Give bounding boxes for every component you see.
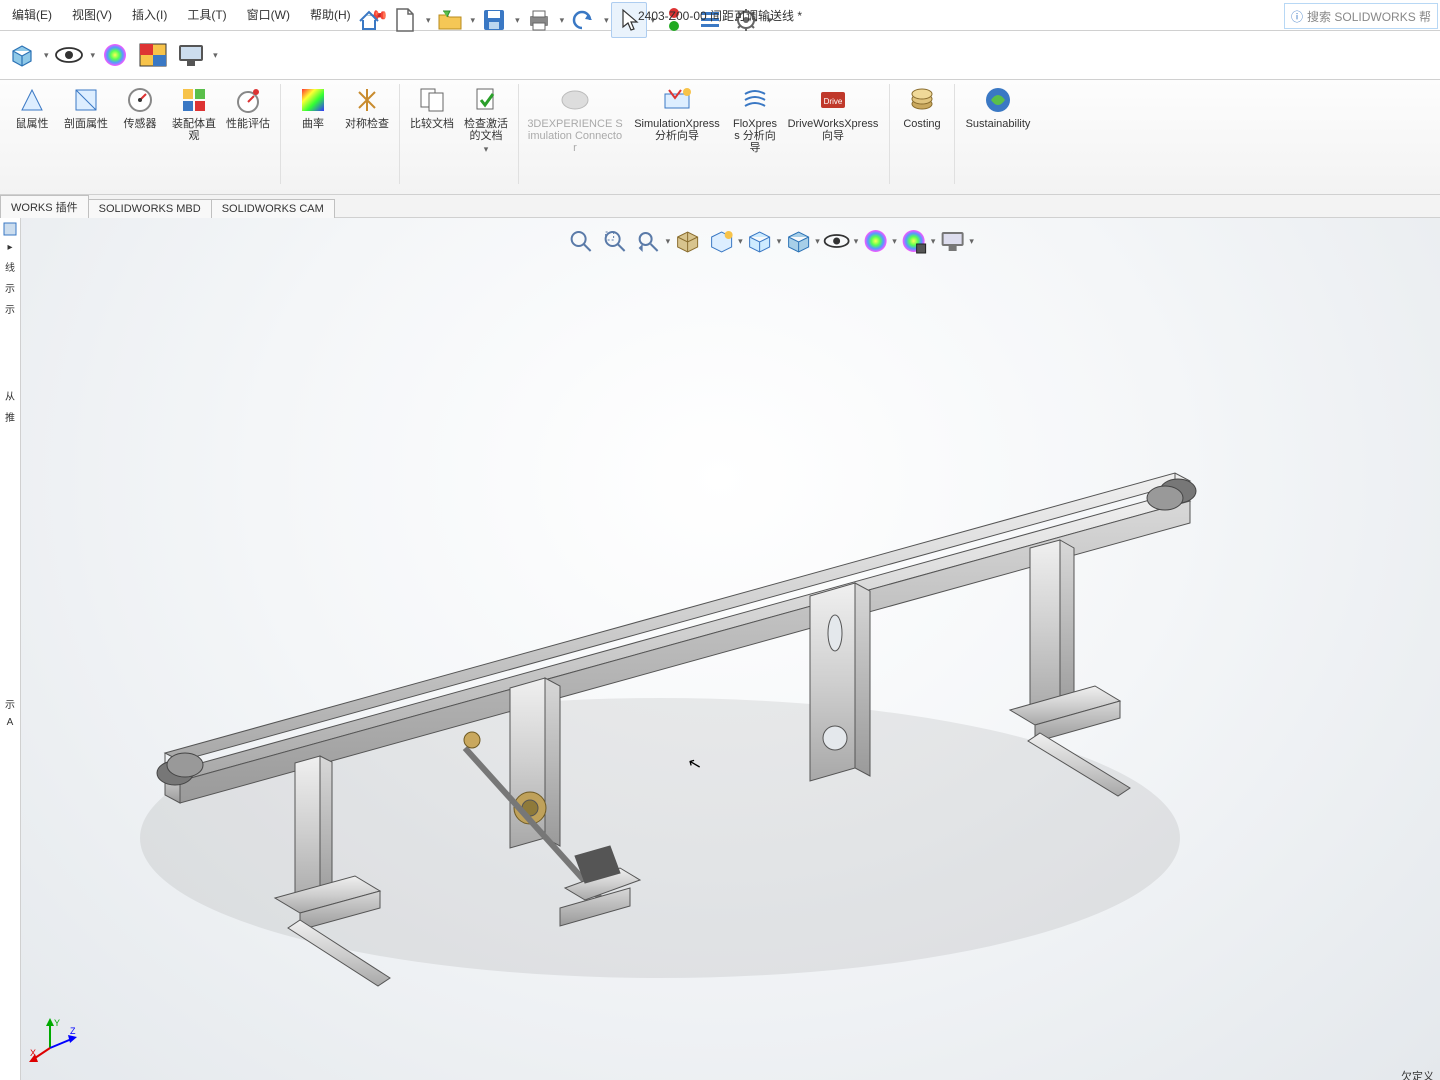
display-button[interactable]	[173, 37, 209, 73]
rb-performance[interactable]: 性能评估	[224, 84, 272, 130]
svg-text:X: X	[30, 1048, 36, 1058]
visibility-button[interactable]	[51, 37, 87, 73]
rb-section-props[interactable]: 剖面属性	[62, 84, 110, 130]
home-button[interactable]	[352, 3, 386, 37]
search-placeholder: 搜索 SOLIDWORKS 帮	[1307, 8, 1431, 25]
new-button[interactable]	[388, 3, 422, 37]
rb-simxpress[interactable]: SimulationXpress 分析向导	[629, 84, 725, 142]
rb-driveworks[interactable]: DriveDriveWorksXpress 向导	[785, 84, 881, 142]
rb-assembly-vis[interactable]: 装配体直观	[170, 84, 218, 142]
fm-item[interactable]: 从	[5, 388, 15, 403]
tab-cam[interactable]: SOLIDWORKS CAM	[211, 199, 335, 218]
status-text: 欠定义	[1401, 1068, 1434, 1080]
rb-check-active[interactable]: 检查激活的文档▾	[462, 84, 510, 155]
menubar: 编辑(E) 视图(V) 插入(I) 工具(T) 窗口(W) 帮助(H) 📌 ▾ …	[0, 0, 1440, 31]
chevron-down-icon[interactable]: ▾	[471, 15, 476, 26]
fm-item[interactable]: 线	[5, 259, 15, 274]
rb-3dexp: 3DEXPERIENCE Simulation Connector	[527, 84, 623, 154]
rb-compare[interactable]: 比较文档	[408, 84, 456, 130]
menu-tools[interactable]: 工具(T)	[177, 1, 236, 29]
menu-view[interactable]: 视图(V)	[62, 1, 122, 29]
print-button[interactable]	[522, 3, 556, 37]
chevron-down-icon[interactable]: ▾	[91, 50, 96, 61]
menu-window[interactable]: 窗口(W)	[237, 1, 300, 29]
svg-text:Y: Y	[54, 1018, 60, 1028]
rb-floxpress[interactable]: FloXpress 分析向导	[731, 84, 779, 154]
ribbon: 鼠属性 剖面属性 传感器 装配体直观 性能评估 曲率 对称检查 比较文档 检查激…	[0, 80, 1440, 195]
chevron-down-icon[interactable]: ▾	[515, 15, 520, 26]
open-button[interactable]	[433, 3, 467, 37]
tab-mbd[interactable]: SOLIDWORKS MBD	[88, 199, 212, 218]
chevron-down-icon[interactable]: ▾	[44, 50, 49, 61]
fm-item[interactable]: A	[7, 717, 14, 728]
rb-costing[interactable]: Costing	[898, 84, 946, 130]
menu-edit[interactable]: 编辑(E)	[2, 1, 62, 29]
chevron-down-icon[interactable]: ▾	[604, 15, 609, 26]
search-help[interactable]: ⓘ 搜索 SOLIDWORKS 帮	[1284, 3, 1438, 29]
rb-mass-props[interactable]: 鼠属性	[8, 84, 56, 130]
graphics-area[interactable]: ▸ 线 示 示 从 推 示 A ▾ ▾ ▾ ▾ ▾ ▾ ▾ ▾	[0, 218, 1440, 1080]
fm-item[interactable]: 示	[5, 301, 15, 316]
fm-item[interactable]: 示	[5, 280, 15, 295]
rb-symmetry[interactable]: 对称检查	[343, 84, 391, 130]
chevron-down-icon[interactable]: ▾	[426, 15, 431, 26]
orientation-triad[interactable]: Y Z X	[28, 1016, 78, 1066]
svg-text:Drive: Drive	[824, 97, 843, 106]
show-cube-button[interactable]	[4, 37, 40, 73]
undo-button[interactable]	[566, 3, 600, 37]
model-render	[20, 218, 1270, 1080]
fm-icon[interactable]	[3, 222, 17, 236]
expand-icon[interactable]: ▸	[7, 242, 12, 253]
rb-sensor[interactable]: 传感器	[116, 84, 164, 130]
help-icon: ⓘ	[1291, 8, 1303, 25]
svg-text:Z: Z	[70, 1026, 76, 1036]
appearance-button[interactable]	[97, 37, 133, 73]
document-title: 2403-Z00-00 间距可调输送线 *	[638, 7, 802, 24]
fm-item[interactable]: 推	[5, 409, 15, 424]
tab-plugins[interactable]: WORKS 插件	[0, 195, 89, 218]
command-manager-tabs: WORKS 插件 SOLIDWORKS MBD SOLIDWORKS CAM	[0, 195, 1440, 218]
feature-manager-collapsed[interactable]: ▸ 线 示 示 从 推 示 A	[0, 218, 21, 1080]
rb-curvature[interactable]: 曲率	[289, 84, 337, 130]
fm-item[interactable]: 示	[5, 696, 15, 711]
rb-sustainability[interactable]: Sustainability	[963, 84, 1033, 130]
scene-button[interactable]	[135, 37, 171, 73]
menu-insert[interactable]: 插入(I)	[122, 1, 177, 29]
chevron-down-icon[interactable]: ▾	[560, 15, 565, 26]
chevron-down-icon[interactable]: ▾	[213, 50, 218, 61]
save-button[interactable]	[477, 3, 511, 37]
